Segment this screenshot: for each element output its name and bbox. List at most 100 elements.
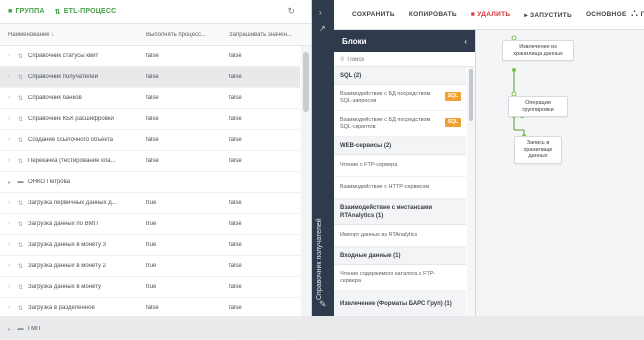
edit-pencil-icon[interactable]: ✎: [319, 299, 327, 310]
table-row[interactable]: ▸ ▬ ОНКО Петрова: [0, 172, 300, 193]
expand-caret-icon[interactable]: ▸: [8, 179, 13, 186]
cell-run: false: [146, 53, 159, 59]
row-name-label: Справочник получателей: [28, 74, 98, 80]
blocks-header: Блоки ‹: [334, 30, 475, 52]
cell-name: › ⇅ Загрузка данных в монету: [0, 284, 138, 291]
node-write[interactable]: Запись в хранилище данных: [514, 136, 562, 164]
expand-caret-icon[interactable]: ›: [8, 95, 13, 101]
run-button[interactable]: ▸ ЗАПУСТИТЬ: [524, 11, 572, 19]
port-out-1b[interactable]: [512, 68, 516, 72]
cell-run: true: [146, 242, 157, 248]
column-header-name[interactable]: Наименование ↓: [0, 32, 138, 38]
row-name-label: Справочник статусы квит: [28, 53, 99, 59]
etl-icon: ⇅: [54, 8, 61, 16]
blocks-scrollbar-thumb[interactable]: [469, 69, 473, 121]
expand-caret-icon[interactable]: ›: [8, 200, 13, 206]
process-canvas[interactable]: ⛬ Извлечение из хранилища данных Операци…: [476, 8, 644, 316]
table-row[interactable]: › ⇅ Загрузка данных по ВМП true false: [0, 214, 300, 235]
cell-name: › ⇅ Загрузка данных в монету 3: [0, 242, 138, 249]
blocks-group-header[interactable]: Взаимодействие с инстансами RTAnalytics …: [334, 199, 466, 225]
expand-caret-icon[interactable]: ›: [8, 242, 13, 248]
copy-button[interactable]: КОПИРОВАТЬ: [409, 11, 457, 18]
cell-name: ▸ ▬ ГМП: [0, 326, 138, 333]
node-extract[interactable]: Извлечение из хранилища данных: [502, 40, 574, 61]
cell-run: true: [146, 263, 157, 269]
cell-ask: false: [229, 284, 242, 290]
folder-icon: ▬: [17, 326, 24, 332]
cell-run: false: [146, 137, 159, 143]
chevron-right-icon[interactable]: ›: [319, 8, 322, 17]
node-grouping[interactable]: Операции группировки: [508, 96, 568, 117]
blocks-search-input[interactable]: [347, 56, 458, 63]
expand-caret-icon[interactable]: ›: [8, 284, 13, 290]
blocks-title: Блоки: [342, 36, 367, 46]
etl-icon: ⇅: [17, 200, 24, 207]
column-header-run[interactable]: Выполнять процесс...: [138, 32, 221, 38]
save-button[interactable]: СОХРАНИТЬ: [352, 11, 395, 18]
table-row[interactable]: › ⇅ Справочник получателей false false: [0, 67, 300, 88]
block-item-label: Чтение с FTP-сервера: [340, 162, 398, 168]
hierarchy-icon[interactable]: ⛬: [631, 8, 638, 19]
main-tab[interactable]: ОСНОВНОЕ: [586, 11, 627, 18]
cell-run: true: [146, 284, 157, 290]
delete-button[interactable]: ■ УДАЛИТЬ: [471, 11, 510, 18]
block-item[interactable]: Импорт данных из RTAnalytics: [334, 225, 466, 247]
etl-icon: ⇅: [17, 53, 24, 60]
table-row[interactable]: › ⇅ Загрузка данных в монету 2 true false: [0, 256, 300, 277]
blocks-group-header[interactable]: Извлечение (Форматы БАРС Груп) (1): [334, 291, 466, 317]
row-name-label: ГМП: [28, 326, 41, 332]
block-item[interactable]: Взаимодействие с БД посредством SQL-скри…: [334, 111, 466, 137]
expand-caret-icon[interactable]: ›: [8, 53, 13, 59]
cell-ask: false: [229, 221, 242, 227]
cell-run: false: [146, 158, 159, 164]
expand-caret-icon[interactable]: ›: [8, 74, 13, 80]
blocks-group-header[interactable]: Входные данные (1): [334, 247, 466, 265]
list-toolbar: ■ ГРУППА ⇅ ETL-ПРОЦЕСС ↻: [0, 0, 311, 24]
add-group-button[interactable]: ■ ГРУППА: [8, 8, 45, 15]
blocks-group-header[interactable]: SQL (2): [334, 67, 466, 85]
block-item-label: Импорт данных из RTAnalytics: [340, 232, 418, 238]
expand-arrow-icon[interactable]: ↗: [319, 24, 326, 33]
column-header-ask[interactable]: Запрашивать значен...: [221, 32, 299, 38]
refresh-icon[interactable]: ↻: [287, 6, 295, 17]
table-row[interactable]: › ⇅ Перекачка (тестирование кла... false fal…: [0, 151, 300, 172]
cell-name: › ⇅ Создание ссылочного объекта: [0, 137, 138, 144]
block-item-label: Взаимодействие с HTTP-сервисом: [340, 184, 430, 190]
expand-caret-icon[interactable]: ›: [8, 137, 13, 143]
blocks-group-header[interactable]: WEB-сервисы (2): [334, 137, 466, 155]
cell-name: › ⇅ Справочник статусы квит: [0, 53, 138, 60]
table-row[interactable]: › ⇅ Создание ссылочного объекта false false: [0, 130, 300, 151]
block-item[interactable]: Чтение с FTP-сервера: [334, 155, 466, 177]
cell-run: true: [146, 221, 157, 227]
table-scrollbar[interactable]: [301, 46, 311, 316]
block-type-badge: SQL: [444, 118, 461, 127]
block-item[interactable]: Взаимодействие с HTTP-сервисом: [334, 177, 466, 199]
collapse-chevron-icon[interactable]: ‹: [464, 37, 467, 46]
row-name-label: Справочник банков: [28, 95, 82, 101]
expand-caret-icon[interactable]: ›: [8, 221, 13, 227]
table-row[interactable]: › ⇅ Загрузка данных в монету 3 true false: [0, 235, 300, 256]
table-row[interactable]: › ⇅ Загрузка первичных данных д... true fals…: [0, 193, 300, 214]
cell-name: › ⇅ Справочник КБК расшифровки: [0, 116, 138, 123]
block-item[interactable]: Чтение содержимого каталога с FTP-сервер…: [334, 265, 466, 291]
row-name-label: Перекачка (тестирование кла...: [28, 158, 116, 164]
table-row[interactable]: › ⇅ Справочник статусы квит false false: [0, 46, 300, 67]
block-item[interactable]: Взаимодействие с БД посредством SQL-запр…: [334, 85, 466, 111]
more-tab[interactable]: П: [641, 11, 644, 18]
expand-caret-icon[interactable]: ›: [8, 263, 13, 269]
add-etl-button[interactable]: ⇅ ETL-ПРОЦЕСС: [55, 8, 117, 16]
cell-ask: false: [229, 116, 242, 122]
table-row[interactable]: ▸ ▬ ГМП: [0, 319, 300, 340]
blocks-scrollbar[interactable]: [467, 67, 475, 316]
expand-caret-icon[interactable]: ›: [8, 305, 13, 311]
expand-caret-icon[interactable]: ▸: [8, 326, 13, 333]
search-icon: ⚲: [340, 57, 345, 63]
scrollbar-thumb[interactable]: [303, 52, 309, 112]
table-row[interactable]: › ⇅ Загрузка данных в монету true false: [0, 277, 300, 298]
row-name-label: Загрузка данных в монету 3: [28, 242, 106, 248]
expand-caret-icon[interactable]: ›: [8, 116, 13, 122]
table-row[interactable]: › ⇅ Справочник КБК расшифровки false false: [0, 109, 300, 130]
cell-name: › ⇅ Справочник банков: [0, 95, 138, 102]
table-row[interactable]: › ⇅ Справочник банков false false: [0, 88, 300, 109]
expand-caret-icon[interactable]: ›: [8, 158, 13, 164]
